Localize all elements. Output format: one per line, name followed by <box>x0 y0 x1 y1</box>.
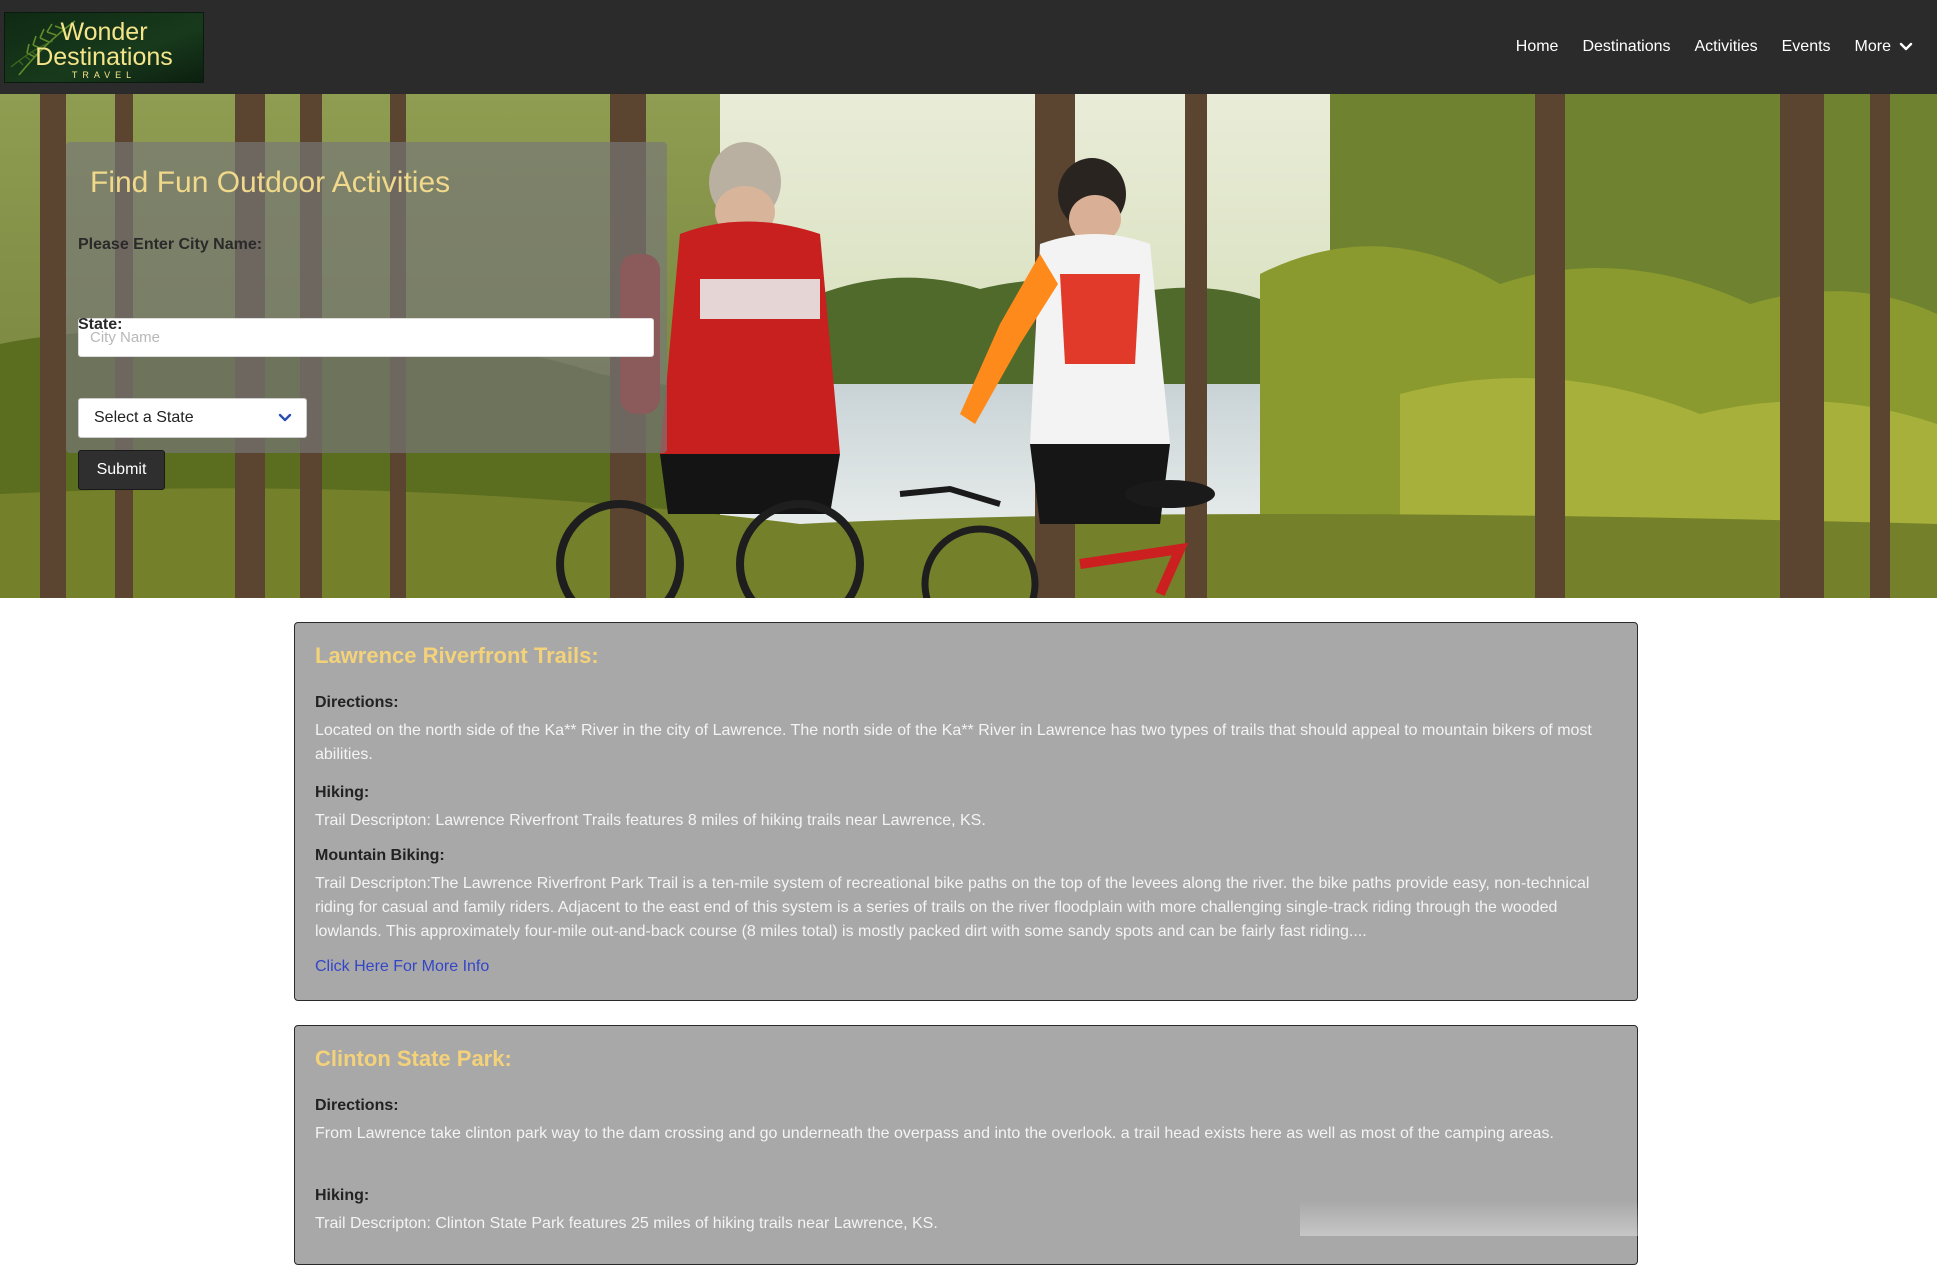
nav-activities-link[interactable]: Activities <box>1695 38 1758 56</box>
result-card: Clinton State Park: Directions: From Law… <box>294 1025 1638 1265</box>
hiking-label: Hiking: <box>315 784 370 801</box>
city-name-input[interactable] <box>78 318 654 357</box>
more-info-link[interactable]: Click Here For More Info <box>315 958 489 976</box>
mountain-biking-text: Trail Descripton:The Lawrence Riverfront… <box>315 875 1590 940</box>
result-title: Clinton State Park: <box>315 1046 512 1071</box>
main-nav: Home Destinations Activities Events More <box>1516 38 1913 56</box>
directions-label: Directions: <box>315 694 399 711</box>
city-field-label: Please Enter City Name: <box>78 236 263 253</box>
brand-name-line1: Wonder <box>60 17 148 46</box>
hero-banner: Find Fun Outdoor Activities Please Enter… <box>0 94 1937 598</box>
hiking-text: Trail Descripton: Lawrence Riverfront Tr… <box>315 812 986 829</box>
brand-logo[interactable]: Wonder Destinations TRAVEL <box>4 11 204 83</box>
nav-more-dropdown[interactable]: More <box>1855 38 1913 56</box>
submit-button[interactable]: Submit <box>78 450 165 490</box>
result-title: Lawrence Riverfront Trails: <box>315 643 599 668</box>
hiking-text: Trail Descripton: Clinton State Park fea… <box>315 1215 938 1232</box>
nav-destinations-link[interactable]: Destinations <box>1582 38 1670 56</box>
result-card: Lawrence Riverfront Trails: Directions: … <box>294 622 1638 1001</box>
search-title: Find Fun Outdoor Activities <box>90 166 451 199</box>
activity-search-form: Find Fun Outdoor Activities Please Enter… <box>66 142 667 490</box>
hiking-label: Hiking: <box>315 1187 370 1204</box>
state-select-value: Select a State <box>94 409 194 426</box>
directions-text: From Lawrence take clinton park way to t… <box>315 1125 1554 1142</box>
state-select[interactable]: Select a State <box>78 398 307 438</box>
nav-events-link[interactable]: Events <box>1782 38 1831 56</box>
brand-name-line2: Destinations <box>35 42 173 71</box>
directions-label: Directions: <box>315 1097 399 1114</box>
brand-tagline: TRAVEL <box>71 69 137 80</box>
state-field-label: State: <box>78 316 123 333</box>
top-navbar: Wonder Destinations TRAVEL Home Destinat… <box>0 0 1937 94</box>
chevron-down-icon <box>278 413 292 422</box>
chevron-down-icon <box>1899 42 1913 51</box>
directions-text: Located on the north side of the Ka** Ri… <box>315 722 1592 763</box>
nav-more-label: More <box>1854 38 1891 55</box>
nav-home-link[interactable]: Home <box>1516 38 1559 56</box>
mountain-biking-label: Mountain Biking: <box>315 847 445 864</box>
